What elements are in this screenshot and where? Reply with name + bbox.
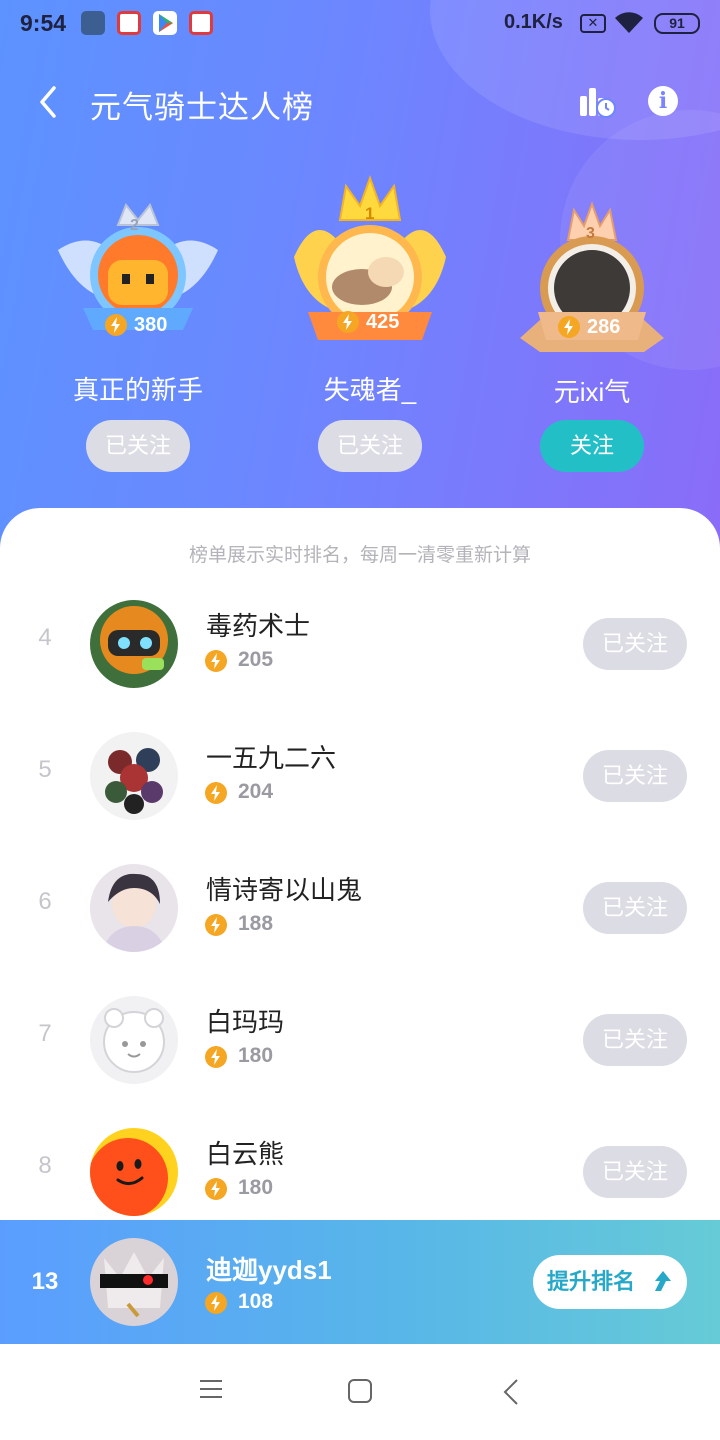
user-score: 204 bbox=[238, 780, 274, 803]
podium-name: 失魂者_ bbox=[323, 375, 417, 405]
avatar bbox=[90, 1238, 178, 1326]
ranking-history-button[interactable] bbox=[578, 84, 616, 120]
bolt-icon bbox=[205, 782, 227, 804]
my-score: 108 bbox=[238, 1290, 274, 1313]
follow-button[interactable]: 已关注 bbox=[583, 618, 687, 670]
bolt-icon bbox=[205, 650, 227, 672]
chevron-left-icon bbox=[40, 86, 56, 118]
podium-score: 286 bbox=[587, 316, 621, 338]
user-score: 180 bbox=[238, 1176, 274, 1199]
follow-button[interactable]: 关注 bbox=[540, 420, 644, 472]
rank-number: 4 bbox=[38, 624, 52, 651]
list-item[interactable]: 8 白云熊 180 已关注 bbox=[0, 1106, 720, 1238]
status-time: 9:54 bbox=[20, 10, 67, 36]
follow-button[interactable]: 已关注 bbox=[583, 750, 687, 802]
menu-icon[interactable] bbox=[199, 1378, 223, 1400]
home-icon[interactable] bbox=[347, 1378, 373, 1404]
user-score: 188 bbox=[238, 912, 274, 935]
medal-place-2: 2 bbox=[130, 217, 139, 234]
bolt-icon bbox=[205, 1178, 227, 1200]
my-rank-bar: 13 迪迦yyds1 108 提升排名 bbox=[0, 1220, 720, 1344]
app-icon bbox=[189, 11, 213, 35]
avatar bbox=[90, 996, 178, 1084]
bolt-icon bbox=[337, 311, 359, 333]
my-user-name: 迪迦yyds1 bbox=[206, 1255, 332, 1285]
rank-number: 7 bbox=[38, 1020, 52, 1047]
follow-button[interactable]: 已关注 bbox=[583, 882, 687, 934]
back-icon[interactable] bbox=[502, 1378, 520, 1406]
play-store-icon bbox=[153, 11, 177, 35]
user-name: 一五九二六 bbox=[206, 743, 337, 773]
avatar bbox=[90, 864, 178, 952]
network-speed: 0.1K/s bbox=[504, 11, 563, 33]
list-item[interactable]: 5 一五九二六 204 已关注 bbox=[0, 710, 720, 842]
medal-place-3: 3 bbox=[586, 225, 595, 242]
list-item[interactable]: 7 白玛玛 180 已关注 bbox=[0, 974, 720, 1106]
medal-place-1: 1 bbox=[365, 204, 375, 223]
my-rank-number: 13 bbox=[31, 1268, 59, 1295]
mi-store-icon bbox=[81, 11, 105, 35]
rank-number: 5 bbox=[38, 756, 52, 783]
user-name: 白玛玛 bbox=[206, 1007, 285, 1037]
bolt-icon bbox=[205, 1046, 227, 1068]
follow-button[interactable]: 已关注 bbox=[583, 1146, 687, 1198]
avatar bbox=[90, 600, 178, 688]
follow-button[interactable]: 已关注 bbox=[583, 1014, 687, 1066]
podium-score: 380 bbox=[134, 314, 168, 336]
podium-second: 2 380 真正的新手 已关注 bbox=[18, 190, 258, 490]
user-name: 情诗寄以山鬼 bbox=[206, 875, 363, 905]
bolt-icon bbox=[558, 316, 580, 338]
avatar bbox=[90, 1128, 178, 1216]
user-score: 180 bbox=[238, 1044, 274, 1067]
podium-name: 元ixi气 bbox=[553, 377, 631, 407]
avatar bbox=[90, 732, 178, 820]
arrow-up-icon bbox=[655, 1271, 671, 1291]
rank-number: 8 bbox=[38, 1152, 52, 1179]
info-button[interactable]: i bbox=[648, 86, 678, 116]
back-button[interactable] bbox=[32, 82, 68, 122]
boost-rank-label: 提升排名 bbox=[547, 1269, 636, 1294]
app-icon bbox=[117, 11, 141, 35]
podium-score: 425 bbox=[366, 311, 400, 333]
battery-indicator: 91 bbox=[654, 13, 700, 34]
user-name: 白云熊 bbox=[206, 1139, 285, 1169]
status-bar: 9:54 0.1K/s ✕ 91 bbox=[0, 0, 720, 48]
rank-number: 6 bbox=[38, 888, 52, 915]
bolt-icon bbox=[205, 1292, 227, 1314]
wifi-icon bbox=[615, 12, 643, 34]
user-score: 205 bbox=[238, 648, 274, 671]
bolt-icon bbox=[205, 914, 227, 936]
list-item[interactable]: 4 毒药术士 205 已关注 bbox=[0, 578, 720, 710]
follow-button[interactable]: 已关注 bbox=[86, 420, 190, 472]
list-item[interactable]: 6 情诗寄以山鬼 188 已关注 bbox=[0, 842, 720, 974]
system-nav-bar bbox=[0, 1344, 720, 1440]
podium-third: 3 286 元ixi气 关注 bbox=[472, 200, 712, 490]
user-name: 毒药术士 bbox=[206, 611, 311, 641]
page-title: 元气骑士达人榜 bbox=[90, 90, 314, 125]
follow-button[interactable]: 已关注 bbox=[318, 420, 422, 472]
bolt-icon bbox=[105, 314, 127, 336]
podium-name: 真正的新手 bbox=[72, 375, 203, 405]
boost-rank-button[interactable]: 提升排名 bbox=[533, 1255, 687, 1309]
podium-first: 1 425 失魂者_ 已关注 bbox=[250, 172, 490, 492]
ranking-notice: 榜单展示实时排名，每周一清零重新计算 bbox=[188, 545, 531, 566]
no-sim-icon: ✕ bbox=[580, 14, 606, 33]
